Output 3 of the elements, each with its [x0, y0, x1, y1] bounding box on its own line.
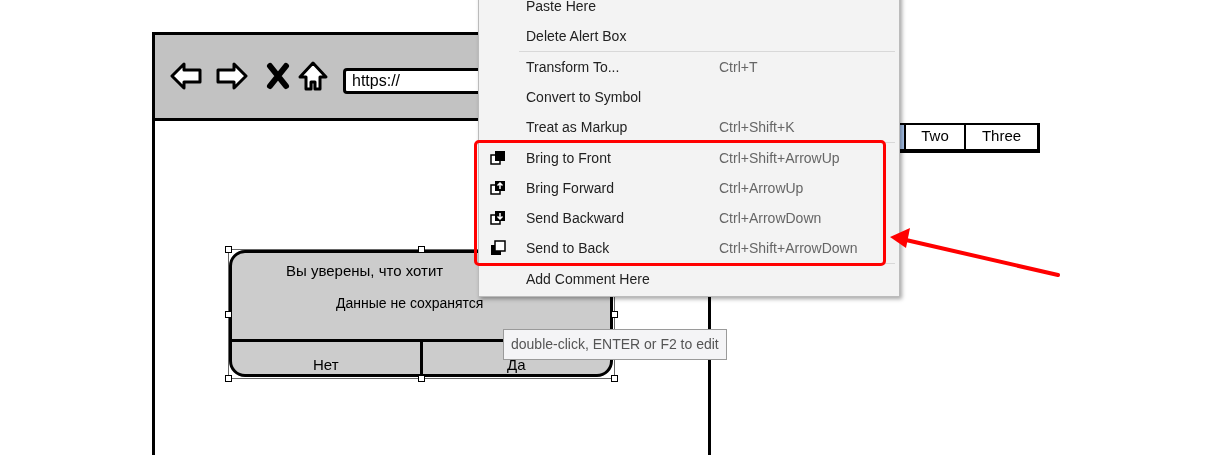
tooltip: double-click, ENTER or F2 to edit	[503, 329, 727, 360]
alert-message: Данные не сохранятся	[336, 294, 484, 312]
alert-title: Вы уверены, что хотит	[286, 261, 444, 281]
